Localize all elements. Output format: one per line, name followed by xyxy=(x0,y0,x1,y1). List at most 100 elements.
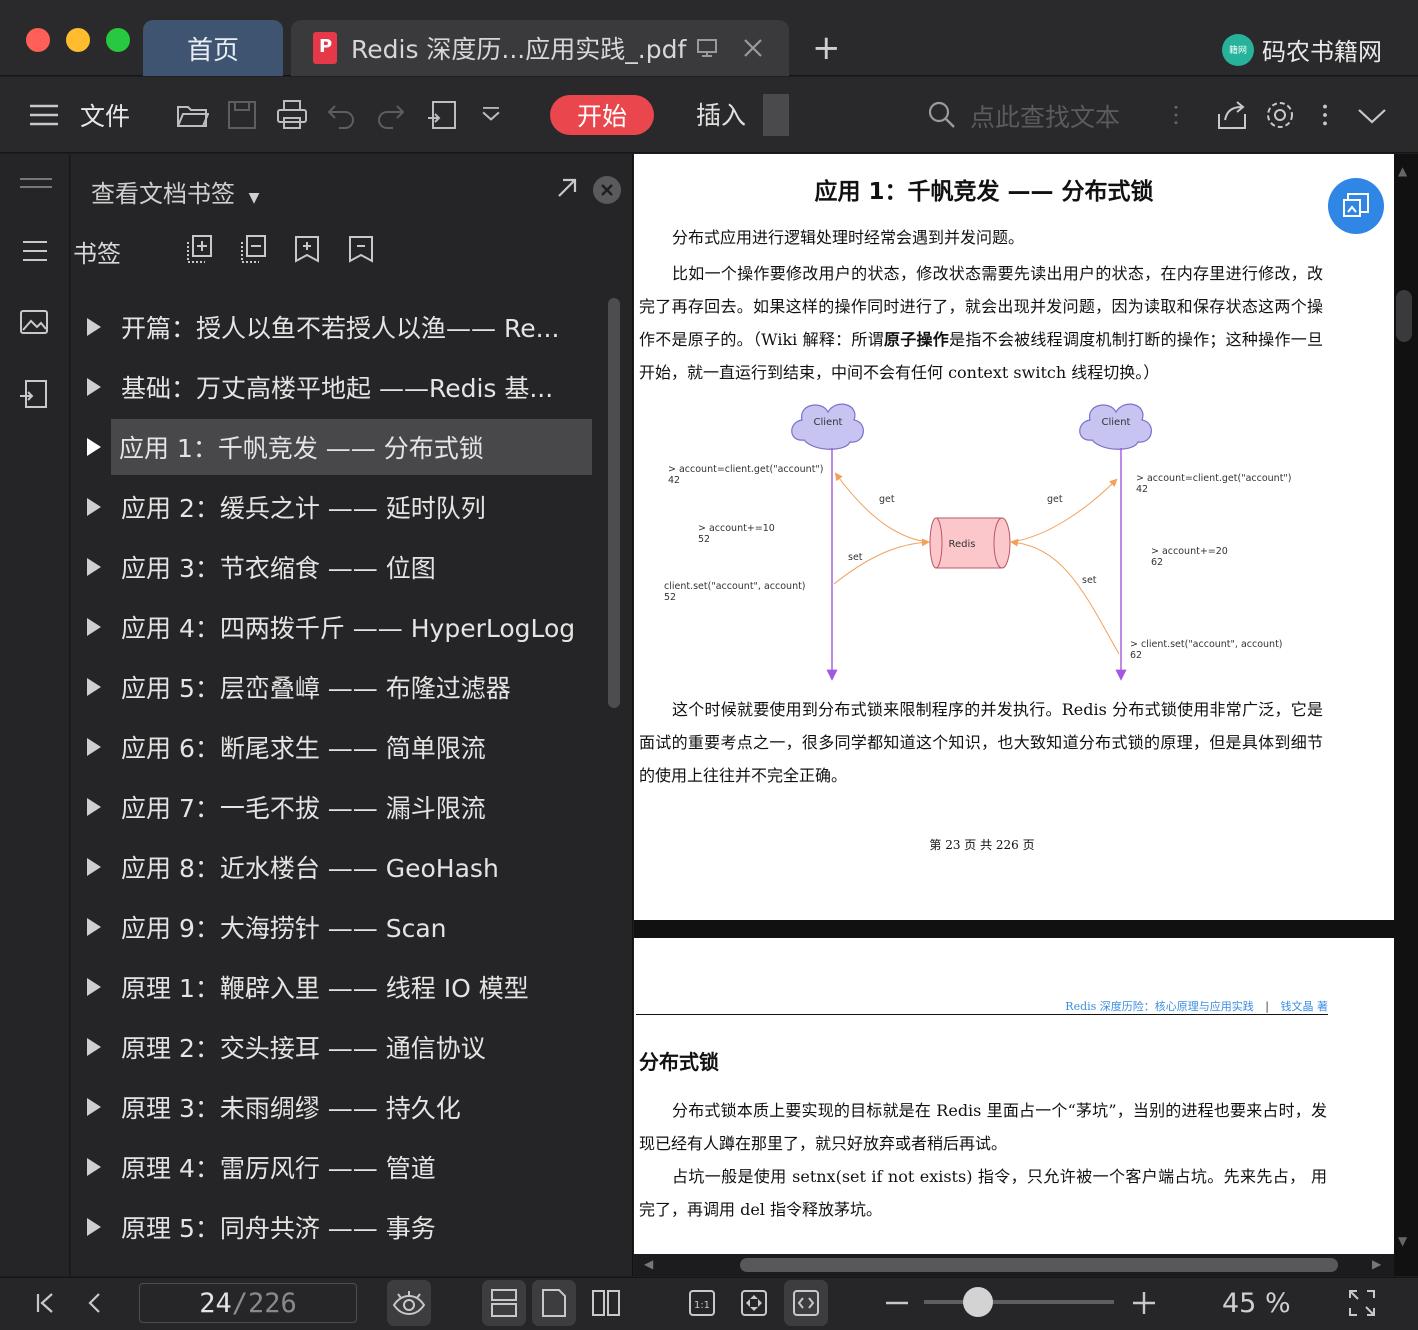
brand[interactable]: 籍网 码农书籍网 xyxy=(1222,32,1382,67)
previous-page-icon[interactable] xyxy=(80,1280,110,1326)
search-input[interactable]: 点此查找文本 xyxy=(970,98,1120,134)
save-image-icon xyxy=(1343,193,1369,217)
page-scrollbar[interactable] xyxy=(1396,290,1412,342)
horizontal-scroll-thumb[interactable] xyxy=(740,1258,1338,1272)
expand-triangle-icon[interactable] xyxy=(87,738,101,756)
section-heading: 分布式锁 xyxy=(639,1050,719,1074)
fullscreen-icon[interactable] xyxy=(1346,1280,1378,1326)
page-scroll-down-icon[interactable]: ▼ xyxy=(1398,1234,1407,1248)
bookmark-item[interactable]: 应用 2：缓兵之计 —— 延时队列 xyxy=(71,479,601,535)
expand-triangle-icon[interactable] xyxy=(87,978,101,996)
page-scroll-up-icon[interactable]: ▲ xyxy=(1398,164,1407,178)
dropdown-chevron-icon[interactable] xyxy=(476,77,506,153)
eye-icon xyxy=(391,1280,427,1326)
document-viewer[interactable]: 应用 1：千帆竞发 —— 分布式锁 分布式应用进行逻辑处理时经常会遇到并发问题。… xyxy=(634,154,1418,1276)
scroll-right-icon[interactable]: ▶ xyxy=(1372,1257,1381,1271)
actual-size-icon[interactable]: 1:1 xyxy=(684,1280,720,1326)
bookmark-item[interactable]: 原理 4：雷厉风行 —— 管道 xyxy=(71,1139,601,1195)
rail-handle-icon[interactable] xyxy=(20,178,52,188)
expand-triangle-icon[interactable] xyxy=(87,858,101,876)
file-menu[interactable]: 文件 xyxy=(78,77,132,153)
expand-triangle-icon[interactable] xyxy=(87,918,101,936)
bookmark-list-icon[interactable] xyxy=(20,236,50,270)
bookmark-item[interactable]: 原理 2：交头接耳 —— 通信协议 xyxy=(71,1019,601,1075)
zoom-slider[interactable] xyxy=(924,1300,1114,1304)
expand-triangle-icon[interactable] xyxy=(87,1098,101,1116)
new-tab-button[interactable]: + xyxy=(812,28,841,68)
print-icon[interactable] xyxy=(272,77,312,153)
zoom-slider-handle[interactable] xyxy=(963,1287,993,1317)
ribbon-overflow[interactable] xyxy=(763,94,789,136)
scroll-left-icon[interactable]: ◀ xyxy=(644,1257,653,1271)
maximize-window-button[interactable] xyxy=(106,28,130,52)
bookmark-item[interactable]: 应用 6：断尾求生 —— 简单限流 xyxy=(71,719,601,775)
horizontal-scrollbar[interactable]: ◀ ▶ xyxy=(634,1254,1394,1276)
tab-home[interactable]: 首页 xyxy=(143,20,283,76)
expand-triangle-icon[interactable] xyxy=(87,1158,101,1176)
close-tab-icon[interactable] xyxy=(742,37,764,59)
running-header: Redis 深度历险：核心原理与应用实践 | 钱文晶 著 xyxy=(1065,998,1328,1014)
bookmark-item[interactable]: 应用 7：一毛不拔 —— 漏斗限流 xyxy=(71,779,601,835)
bookmark-item[interactable]: 原理 1：鞭辟入里 —— 线程 IO 模型 xyxy=(71,959,601,1015)
expand-triangle-icon[interactable] xyxy=(87,438,101,456)
expand-triangle-icon[interactable] xyxy=(87,318,101,336)
bookmark-item[interactable]: 应用 9：大海捞针 —— Scan xyxy=(71,899,601,955)
expand-triangle-icon[interactable] xyxy=(87,498,101,516)
zoom-in-icon[interactable] xyxy=(1129,1280,1159,1326)
fit-page-icon[interactable] xyxy=(736,1280,772,1326)
monitor-icon[interactable] xyxy=(696,37,718,59)
more-options-icon[interactable] xyxy=(1312,77,1338,153)
search-icon[interactable] xyxy=(924,77,960,153)
expand-all-icon[interactable] xyxy=(185,234,213,268)
minimize-window-button[interactable] xyxy=(66,28,90,52)
two-page-icon[interactable] xyxy=(588,1280,624,1326)
expand-triangle-icon[interactable] xyxy=(87,678,101,696)
expand-triangle-icon[interactable] xyxy=(87,378,101,396)
tab-insert[interactable]: 插入 xyxy=(696,96,746,132)
export-page-icon[interactable] xyxy=(18,378,50,414)
svg-text:1:1: 1:1 xyxy=(694,1300,710,1311)
share-icon[interactable] xyxy=(1214,77,1250,153)
collapse-all-icon[interactable] xyxy=(239,234,267,268)
bookmark-item[interactable]: 基础：万丈高楼平地起 ——Redis 基... xyxy=(71,359,601,415)
bookmark-item[interactable]: 原理 5：同舟共济 —— 事务 xyxy=(71,1199,601,1255)
save-icon[interactable] xyxy=(222,77,262,153)
settings-gear-icon[interactable] xyxy=(1262,77,1298,153)
open-folder-icon[interactable] xyxy=(172,77,212,153)
bookmark-item[interactable]: 应用 5：层峦叠嶂 —— 布隆过滤器 xyxy=(71,659,601,715)
tab-document[interactable]: Redis 深度历...应用实践_.pdf xyxy=(291,20,789,76)
bookmark-label: 书签 xyxy=(73,240,121,268)
first-page-icon[interactable] xyxy=(30,1280,60,1326)
expand-triangle-icon[interactable] xyxy=(87,618,101,636)
thumbnail-image-icon[interactable] xyxy=(18,306,50,342)
tab-start[interactable]: 开始 xyxy=(550,95,654,135)
close-window-button[interactable] xyxy=(26,28,50,52)
expand-triangle-icon[interactable] xyxy=(87,558,101,576)
bookmark-item[interactable]: 应用 3：节衣缩食 —— 位图 xyxy=(71,539,601,595)
remove-bookmark-icon[interactable] xyxy=(347,234,375,268)
zoom-out-icon[interactable] xyxy=(882,1280,912,1326)
zoom-level[interactable]: 45 % xyxy=(1222,1288,1291,1319)
close-panel-icon[interactable] xyxy=(593,176,621,204)
undo-icon[interactable] xyxy=(324,77,360,153)
bookmark-item[interactable]: 应用 1：千帆竞发 —— 分布式锁 xyxy=(87,419,592,475)
bookmark-item[interactable]: 应用 8：近水楼台 —— GeoHash xyxy=(71,839,601,895)
popout-arrow-icon[interactable] xyxy=(555,176,579,204)
bookmark-item[interactable]: 应用 4：四两拨千斤 —— HyperLogLog xyxy=(71,599,601,655)
caret-down-icon: ▼ xyxy=(248,190,260,206)
expand-triangle-icon[interactable] xyxy=(87,1218,101,1236)
expand-triangle-icon[interactable] xyxy=(87,1038,101,1056)
add-bookmark-icon[interactable] xyxy=(293,234,321,268)
pdf-convert-icon[interactable] xyxy=(422,77,462,153)
menu-icon[interactable] xyxy=(26,77,62,153)
bookmark-item[interactable]: 开篇：授人以鱼不若授人以渔—— Re... xyxy=(71,299,601,355)
redo-icon[interactable] xyxy=(372,77,408,153)
page-number-input[interactable]: 24/226 xyxy=(139,1283,357,1323)
fit-width-icon xyxy=(788,1280,824,1326)
collapse-chevron-icon[interactable] xyxy=(1354,77,1390,153)
bookmark-item[interactable]: 原理 3：未雨绸缪 —— 持久化 xyxy=(71,1079,601,1135)
expand-triangle-icon[interactable] xyxy=(87,798,101,816)
bookmark-scrollbar[interactable] xyxy=(608,298,620,708)
bookmark-panel-title[interactable]: 查看文档书签 ▼ xyxy=(91,174,259,209)
floating-action-button[interactable] xyxy=(1328,178,1384,234)
